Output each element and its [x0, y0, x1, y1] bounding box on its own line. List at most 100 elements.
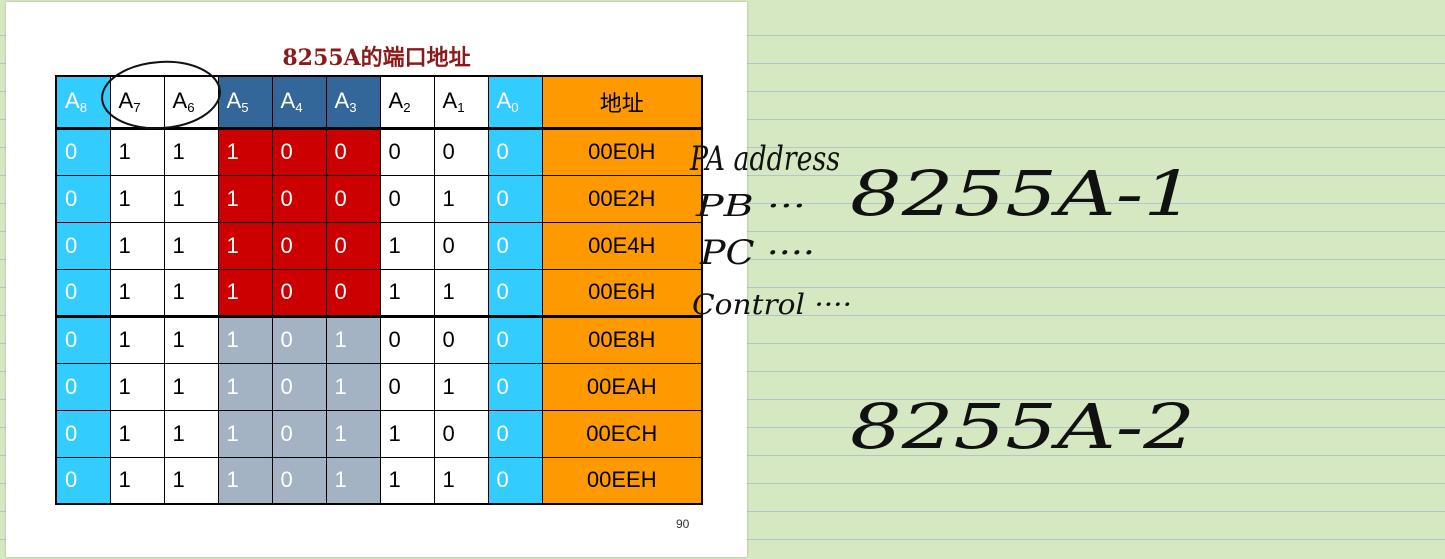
bit-cell: 1 — [379, 456, 435, 505]
bit-cell: 0 — [433, 314, 489, 364]
bit-cell: 1 — [163, 174, 219, 223]
bit-cell: 1 — [325, 456, 381, 505]
bit-cell: 1 — [433, 362, 489, 411]
header-base: A — [334, 88, 350, 114]
address-cell: 00E2H — [541, 174, 703, 223]
bit-cell: 1 — [433, 456, 489, 505]
header-base: A — [496, 88, 512, 114]
bit-cell: 1 — [325, 362, 381, 411]
table-row: 0 1 1 1 0 0 0 1 0 00E2H — [55, 174, 703, 223]
bit-cell: 0 — [55, 174, 111, 223]
bit-cell: 1 — [163, 314, 219, 364]
address-cell: 00E4H — [541, 221, 703, 270]
bit-cell: 1 — [217, 362, 273, 411]
header-base: A — [118, 88, 134, 114]
bit-cell: 0 — [433, 221, 489, 270]
bit-cell: 1 — [163, 456, 219, 505]
bit-cell: 1 — [163, 362, 219, 411]
bit-cell: 1 — [109, 221, 165, 270]
bit-cell: 0 — [487, 268, 543, 317]
header-base: A — [65, 88, 80, 114]
bit-cell: 1 — [217, 221, 273, 270]
bit-cell: 0 — [271, 314, 327, 364]
address-cell: 00ECH — [541, 409, 703, 458]
header-base: A — [172, 88, 188, 114]
bit-cell: 1 — [163, 268, 219, 317]
bit-cell: 1 — [109, 456, 165, 505]
bit-cell: 0 — [271, 362, 327, 411]
bit-cell: 0 — [487, 126, 543, 176]
bit-cell: 1 — [109, 314, 165, 364]
bit-cell: 1 — [217, 314, 273, 364]
bit-cell: 0 — [487, 221, 543, 270]
bit-cell: 0 — [271, 268, 327, 317]
bit-cell: 1 — [217, 409, 273, 458]
address-cell: 00E6H — [541, 268, 703, 317]
bit-cell: 1 — [433, 174, 489, 223]
bit-cell: 1 — [109, 409, 165, 458]
bit-cell: 1 — [163, 221, 219, 270]
bit-cell: 0 — [487, 409, 543, 458]
slide-title: 8255A的端口地址 — [282, 45, 471, 71]
header-a6: A6 — [163, 75, 219, 129]
bit-cell: 0 — [55, 268, 111, 317]
bit-cell: 0 — [271, 221, 327, 270]
lecture-slide: 8255A的端口地址 A8 A7 A6 A5 A4 A3 A2 A1 A0 地址 01110000… — [6, 2, 747, 557]
table-row: 0 1 1 1 0 1 1 0 0 00ECH — [55, 409, 703, 458]
header-subscript: 1 — [457, 100, 465, 116]
bit-cell: 0 — [271, 456, 327, 505]
bit-cell: 1 — [163, 409, 219, 458]
header-base: A — [388, 88, 404, 114]
bit-cell: 1 — [109, 268, 165, 317]
bit-cell: 1 — [379, 268, 435, 317]
header-a7: A7 — [109, 75, 165, 129]
table-row: 0 1 1 1 0 0 1 1 0 00E6H — [55, 268, 703, 317]
bit-cell: 0 — [55, 314, 111, 364]
header-subscript: 4 — [295, 100, 303, 116]
header-base: A — [442, 88, 458, 114]
bit-cell: 0 — [487, 314, 543, 364]
bit-cell: 1 — [163, 126, 219, 176]
bit-cell: 0 — [325, 221, 381, 270]
bit-cell: 1 — [217, 174, 273, 223]
header-row: A8 A7 A6 A5 A4 A3 A2 A1 A0 地址 — [55, 75, 703, 129]
bit-cell: 0 — [271, 409, 327, 458]
header-subscript: 6 — [187, 100, 195, 116]
bit-cell: 0 — [379, 174, 435, 223]
address-cell: 00E8H — [541, 314, 703, 364]
bit-cell: 0 — [325, 268, 381, 317]
slide-page-number: 90 — [676, 517, 690, 531]
bit-cell: 0 — [487, 456, 543, 505]
header-subscript: 3 — [349, 100, 357, 116]
bit-cell: 0 — [55, 456, 111, 505]
bit-cell: 0 — [55, 362, 111, 411]
bit-cell: 0 — [271, 126, 327, 176]
bit-cell: 1 — [325, 314, 381, 364]
header-subscript: 8 — [79, 100, 88, 116]
bit-cell: 0 — [325, 126, 381, 176]
table-row: 0 1 1 1 0 0 0 0 0 00E0H — [55, 126, 703, 176]
header-subscript: 2 — [403, 100, 411, 116]
bit-cell: 0 — [433, 409, 489, 458]
bit-cell: 0 — [55, 409, 111, 458]
header-a3: A3 — [325, 75, 381, 129]
address-cell: 00E0H — [541, 126, 703, 176]
bit-cell: 0 — [379, 314, 435, 364]
header-a4: A4 — [271, 75, 327, 129]
header-subscript: 5 — [241, 100, 249, 116]
table-row: 0 1 1 1 0 0 1 0 0 00E4H — [55, 221, 703, 270]
header-a0: A0 — [487, 75, 543, 129]
table-row: 0 1 1 1 0 1 0 1 0 00EAH — [55, 362, 703, 411]
table-row: 0 1 1 1 0 1 1 1 0 00EEH — [55, 456, 703, 505]
bit-cell: 0 — [379, 126, 435, 176]
bit-cell: 0 — [271, 174, 327, 223]
bit-cell: 1 — [109, 174, 165, 223]
bit-cell: 0 — [55, 221, 111, 270]
address-cell: 00EAH — [541, 362, 703, 411]
header-a2: A2 — [379, 75, 435, 129]
bit-cell: 0 — [487, 362, 543, 411]
header-a8: A8 — [55, 75, 111, 129]
header-a5: A5 — [217, 75, 273, 129]
bit-cell: 1 — [433, 268, 489, 317]
bit-cell: 0 — [433, 126, 489, 176]
